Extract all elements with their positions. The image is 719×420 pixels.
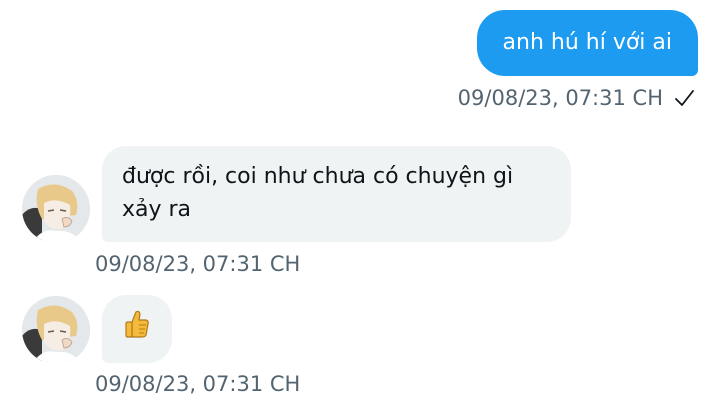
outgoing-message-bubble[interactable]: anh hú hí với ai [476,10,698,76]
incoming-message-bubble[interactable]: được rồi, coi như chưa có chuyện gì xảy … [102,146,571,242]
message-text: được rồi, coi như chưa có chuyện gì xảy … [122,164,514,222]
message-meta: 09/08/23, 07:31 CH [458,86,695,110]
avatar[interactable] [22,296,90,364]
check-icon [673,87,695,109]
incoming-message-bubble[interactable] [102,295,172,363]
message-timestamp: 09/08/23, 07:31 CH [95,372,301,396]
thumbs-up-icon [124,309,150,349]
avatar[interactable] [22,175,90,243]
message-text: anh hú hí với ai [502,30,672,55]
message-timestamp: 09/08/23, 07:31 CH [457,86,663,110]
message-timestamp: 09/08/23, 07:31 CH [95,252,301,276]
